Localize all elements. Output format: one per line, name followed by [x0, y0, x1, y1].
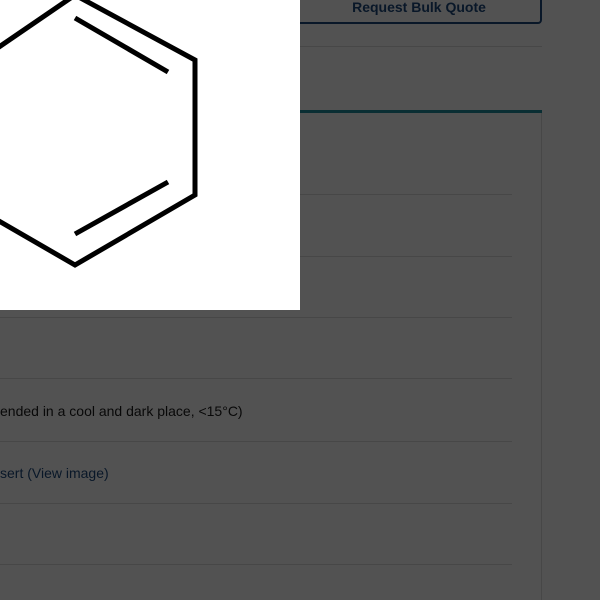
- divider: [300, 46, 542, 47]
- panel-border: [541, 113, 542, 600]
- spec-row-insert: sert (View image): [0, 442, 512, 504]
- benzene-ring-structure-icon: [0, 0, 198, 268]
- request-bulk-quote-button[interactable]: Request Bulk Quote: [296, 0, 542, 24]
- product-insert-link[interactable]: sert (View image): [0, 465, 109, 481]
- spec-row: [0, 504, 512, 565]
- product-page: Request Bulk Quote ended in a cool and d…: [0, 0, 600, 600]
- spec-row: [0, 318, 512, 379]
- structure-image: [0, 0, 300, 310]
- spec-row-storage: ended in a cool and dark place, <15°C): [0, 379, 512, 442]
- spec-row: [0, 565, 512, 600]
- storage-value: ended in a cool and dark place, <15°C): [0, 403, 243, 419]
